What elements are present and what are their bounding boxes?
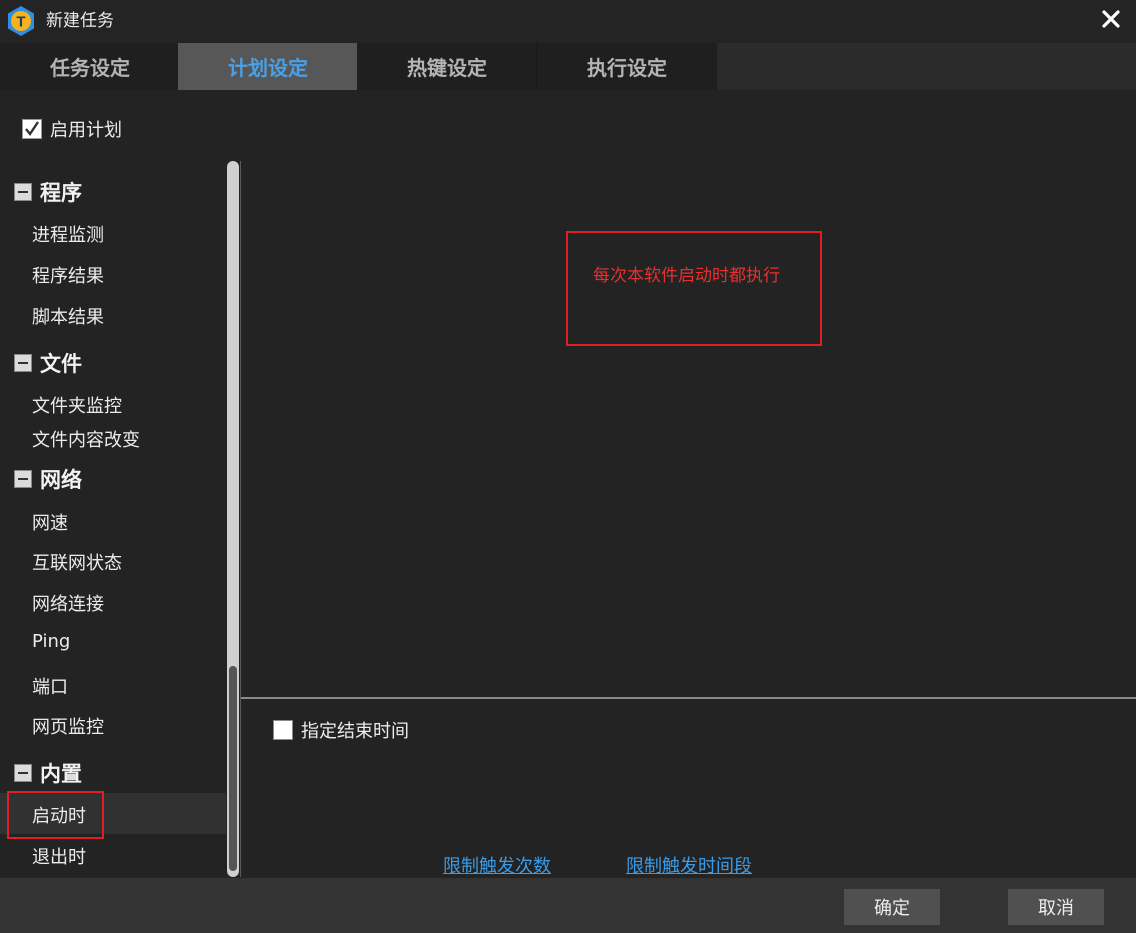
end-time-label: 指定结束时间 — [301, 721, 409, 742]
tree-item-network-connection[interactable]: 网络连接 — [32, 590, 104, 616]
tab-label: 计划设定 — [228, 56, 308, 80]
tree-item-folder-monitor[interactable]: 文件夹监控 — [32, 392, 122, 418]
tab-hotkey-settings[interactable]: 热键设定 — [357, 43, 537, 90]
tree-group-file[interactable]: 文件 — [14, 348, 82, 378]
panel-divider-horizontal — [241, 697, 1136, 699]
tab-label: 执行设定 — [587, 56, 667, 80]
tree-item-ping[interactable]: Ping — [32, 631, 70, 652]
enable-plan-checkbox[interactable] — [22, 119, 42, 139]
limit-period-link[interactable]: 限制触发时间段 — [626, 852, 752, 878]
end-time-row: 指定结束时间 — [273, 717, 409, 743]
enable-plan-label: 启用计划 — [50, 120, 122, 141]
title-bar: T 新建任务 — [0, 0, 1136, 42]
logo-letter: T — [16, 14, 25, 31]
tab-plan-settings[interactable]: 计划设定 — [178, 43, 358, 90]
trigger-description: 每次本软件启动时都执行 — [593, 266, 780, 286]
scrollbar-thumb[interactable] — [229, 666, 237, 871]
app-logo-icon: T — [8, 6, 34, 36]
tree-group-program[interactable]: 程序 — [14, 177, 82, 207]
end-time-checkbox[interactable] — [273, 720, 293, 740]
checkmark-icon — [25, 121, 39, 137]
tab-task-settings[interactable]: 任务设定 — [0, 43, 180, 90]
tree-scrollbar[interactable] — [227, 161, 239, 877]
tree-group-builtin[interactable]: 内置 — [14, 758, 82, 788]
tree-item-port[interactable]: 端口 — [32, 673, 68, 699]
cancel-button[interactable]: 取消 — [1008, 889, 1104, 925]
tree-group-label: 程序 — [40, 181, 82, 205]
enable-plan-row: 启用计划 — [22, 116, 122, 142]
tree-item-file-content-change[interactable]: 文件内容改变 — [32, 426, 140, 452]
tree-group-label: 内置 — [40, 762, 82, 786]
tab-exec-settings[interactable]: 执行设定 — [537, 43, 717, 90]
dialog-footer — [0, 878, 1136, 933]
window-title: 新建任务 — [46, 11, 114, 31]
tree-group-label: 文件 — [40, 352, 82, 376]
selection-highlight-box — [7, 791, 104, 839]
collapse-icon[interactable] — [14, 183, 32, 201]
tree-group-label: 网络 — [40, 468, 82, 492]
tree-item-net-speed[interactable]: 网速 — [32, 509, 68, 535]
close-icon[interactable] — [1100, 8, 1122, 30]
tab-label: 热键设定 — [407, 56, 487, 80]
tree-item-process-monitor[interactable]: 进程监测 — [32, 221, 104, 247]
tab-label: 任务设定 — [50, 56, 130, 80]
tree-group-network[interactable]: 网络 — [14, 464, 82, 494]
ok-button[interactable]: 确定 — [844, 889, 940, 925]
tab-bar: 任务设定 计划设定 热键设定 执行设定 — [0, 43, 1136, 90]
description-highlight-box — [566, 231, 822, 346]
collapse-icon[interactable] — [14, 470, 32, 488]
collapse-icon[interactable] — [14, 764, 32, 782]
tree-item-program-result[interactable]: 程序结果 — [32, 262, 104, 288]
collapse-icon[interactable] — [14, 354, 32, 372]
tree-item-webpage-monitor[interactable]: 网页监控 — [32, 713, 104, 739]
tree-item-on-exit[interactable]: 退出时 — [32, 843, 86, 869]
tree-item-internet-status[interactable]: 互联网状态 — [32, 549, 122, 575]
limit-count-link[interactable]: 限制触发次数 — [443, 852, 551, 878]
tree-item-script-result[interactable]: 脚本结果 — [32, 303, 104, 329]
